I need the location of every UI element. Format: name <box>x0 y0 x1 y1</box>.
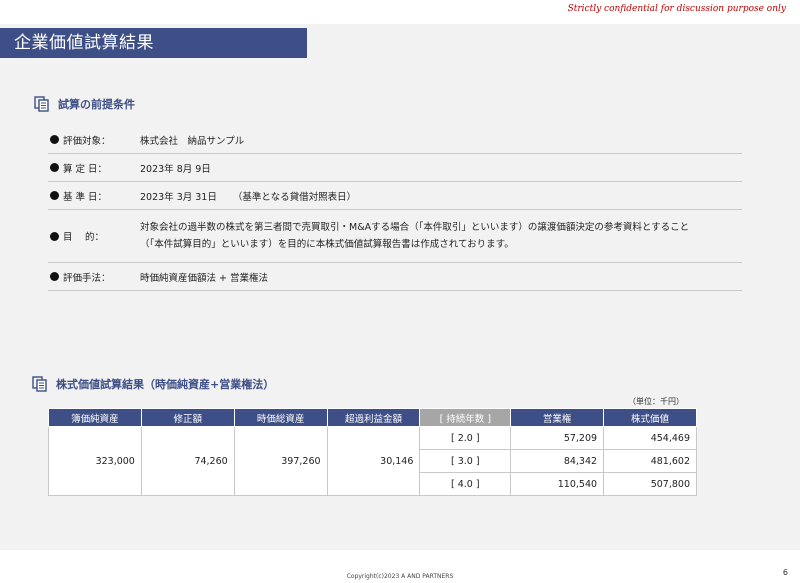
column-header: 修正額 <box>140 408 235 427</box>
section-heading-label: 試算の前提条件 <box>58 98 135 111</box>
document-icon <box>34 96 49 112</box>
goodwill-cell: 57,209 <box>510 426 605 450</box>
years-cell: [ 3.0 ] <box>419 449 512 473</box>
goodwill-cell: 110,540 <box>510 472 605 496</box>
equity-value-cell: 454,469 <box>603 426 697 450</box>
column-header: 株式価値 <box>603 408 697 427</box>
adjustment-cell: 74,260 <box>140 426 235 496</box>
copyright-footer: Copyright(c)2023 A AND PARTNERS <box>346 573 454 580</box>
section-heading-label: 株式価値試算結果（時価純資産+営業権法） <box>56 378 275 391</box>
condition-key: 目 的： <box>48 229 140 243</box>
bullet-icon <box>50 231 59 241</box>
condition-row-purpose: 目 的： 対象会社の過半数の株式を第三者間で売買取引・M&Aする場合（「本件取引… <box>48 210 742 263</box>
condition-value: 2023年 3月 31日 （基準となる貸借対照表日） <box>140 191 357 203</box>
market-total-assets-cell: 397,260 <box>233 426 328 496</box>
bullet-icon <box>50 191 59 200</box>
equity-value-cell: 507,800 <box>603 472 697 496</box>
column-header: 簿価純資産 <box>48 408 142 427</box>
page-title: 企業価値試算結果 <box>0 28 307 58</box>
condition-key: 評価対象： <box>48 133 140 147</box>
table-header-row: 簿価純資産 修正額 時価総資産 超過利益金額 [ 持続年数 ] 営業権 株式価値 <box>48 408 697 427</box>
valuation-table: 簿価純資産 修正額 時価総資産 超過利益金額 [ 持続年数 ] 営業権 株式価値… <box>48 408 697 496</box>
condition-row-calc-date: 算 定 日： 2023年 8月 9日 <box>48 154 742 182</box>
section-heading-assumptions: 試算の前提条件 <box>34 96 135 112</box>
conditions-list: 評価対象： 株式会社 納品サンプル 算 定 日： 2023年 8月 9日 基 準… <box>48 126 742 291</box>
unit-note: （単位：千円） <box>628 397 684 406</box>
excess-profit-cell: 30,146 <box>326 426 421 496</box>
condition-key: 基 準 日： <box>48 189 140 203</box>
book-net-assets-cell: 323,000 <box>48 426 142 496</box>
condition-value: 株式会社 納品サンプル <box>140 135 245 147</box>
purpose-line-1: 対象会社の過半数の株式を第三者間で売買取引・M&Aする場合（「本件取引」といいま… <box>140 222 690 233</box>
years-cell: [ 2.0 ] <box>419 426 512 450</box>
table-row: 323,000 74,260 397,260 30,146 [ 2.0 ] 57… <box>48 426 697 496</box>
equity-value-cell: 481,602 <box>603 449 697 473</box>
column-header: [ 持続年数 ] <box>419 408 512 427</box>
page-number: 6 <box>782 568 788 577</box>
years-cell: [ 4.0 ] <box>419 472 512 496</box>
condition-aside: （基準となる貸借対照表日） <box>232 191 357 203</box>
condition-row-target: 評価対象： 株式会社 納品サンプル <box>48 126 742 154</box>
confidential-notice: Strictly confidential for discussion pur… <box>567 4 786 14</box>
column-header: 時価総資産 <box>233 408 328 427</box>
section-heading-results: 株式価値試算結果（時価純資産+営業権法） <box>32 376 274 392</box>
condition-key: 算 定 日： <box>48 161 140 175</box>
condition-value: 時価純資産価額法 + 営業権法 <box>140 272 268 284</box>
condition-row-base-date: 基 準 日： 2023年 3月 31日 （基準となる貸借対照表日） <box>48 182 742 210</box>
bullet-icon <box>50 135 59 144</box>
condition-value: 2023年 8月 9日 <box>140 163 211 175</box>
column-header: 超過利益金額 <box>326 408 421 427</box>
condition-row-method: 評価手法： 時価純資産価額法 + 営業権法 <box>48 263 742 291</box>
column-header: 営業権 <box>510 408 605 427</box>
goodwill-cell: 84,342 <box>510 449 605 473</box>
bullet-icon <box>50 163 59 172</box>
bullet-icon <box>50 272 59 281</box>
condition-value: 対象会社の過半数の株式を第三者間で売買取引・M&Aする場合（「本件取引」といいま… <box>140 219 742 253</box>
condition-key: 評価手法： <box>48 270 140 284</box>
document-icon <box>32 376 47 392</box>
purpose-line-2: （「本件試算目的」といいます）を目的に本株式価値試算報告書は作成されております。 <box>140 239 514 250</box>
